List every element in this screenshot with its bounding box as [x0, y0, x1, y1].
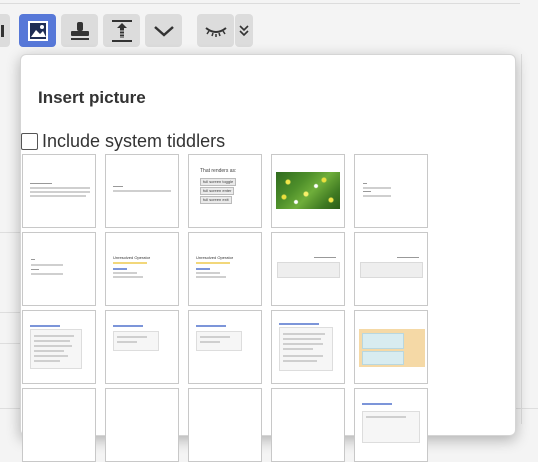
thumbnail[interactable]: [354, 388, 428, 462]
thumbnail[interactable]: [354, 154, 428, 228]
picture-icon: [27, 20, 48, 41]
thumbnail[interactable]: [105, 154, 179, 228]
background-divider: [0, 343, 22, 344]
thumbnail-heading: That renders as:: [200, 168, 237, 174]
thumbnail-heading: Unresolved Operator: [113, 255, 151, 260]
separator-icon: [1, 24, 4, 37]
thumbnail[interactable]: [22, 388, 96, 462]
excise-button[interactable]: [103, 14, 140, 47]
include-system-label: Include system tiddlers: [42, 131, 226, 151]
thumbnail[interactable]: [105, 310, 179, 384]
stamp-icon: [70, 21, 89, 40]
thumbnail[interactable]: [22, 232, 96, 306]
chevron-down-icon: [153, 25, 174, 37]
more-button[interactable]: [145, 14, 182, 47]
thumbnail[interactable]: [188, 310, 262, 384]
thumbnail[interactable]: [22, 154, 96, 228]
thumbnail[interactable]: [271, 154, 345, 228]
thumbnail[interactable]: [22, 310, 96, 384]
top-divider: [0, 0, 520, 4]
thumbnail[interactable]: [354, 232, 428, 306]
include-system-checkbox[interactable]: [21, 133, 38, 150]
thumbnail[interactable]: [188, 388, 262, 462]
thumbnail[interactable]: [271, 310, 345, 384]
include-system-toggle[interactable]: Include system tiddlers: [21, 131, 225, 152]
popup-title: Insert picture: [38, 88, 146, 107]
background-divider: [0, 312, 22, 313]
thumbnail-chip: full screen exit: [200, 196, 232, 204]
thumbnail[interactable]: That renders as: full screen toggle full…: [188, 154, 262, 228]
thumbnail-heading: Unresolved Operator: [196, 255, 234, 260]
stamp-button[interactable]: [61, 14, 98, 47]
insert-picture-button[interactable]: [19, 14, 56, 47]
thumbnail[interactable]: [271, 232, 345, 306]
thumbnail[interactable]: Unresolved Operator: [188, 232, 262, 306]
thumbnail-chip: full screen enter: [200, 187, 235, 195]
thumbnail[interactable]: [354, 310, 428, 384]
preview-toggle-button[interactable]: [197, 14, 234, 47]
excise-icon: [111, 19, 132, 42]
thumbnail[interactable]: Unresolved Operator: [105, 232, 179, 306]
thumbnail-chip: full screen toggle: [200, 178, 237, 186]
editor-toolbar: [0, 14, 538, 50]
double-chevron-down-icon: [239, 24, 249, 36]
background-divider: [0, 232, 22, 233]
overflow-button[interactable]: [235, 14, 253, 47]
thumbnail[interactable]: [105, 388, 179, 462]
flower-photo: [276, 172, 340, 209]
thumbnail[interactable]: [271, 388, 345, 462]
insert-picture-popup: Insert picture Include system tiddlers T…: [20, 54, 516, 462]
closed-eye-icon: [204, 26, 227, 37]
background-divider: [521, 54, 522, 424]
toolbar-edge-button[interactable]: [0, 14, 10, 47]
